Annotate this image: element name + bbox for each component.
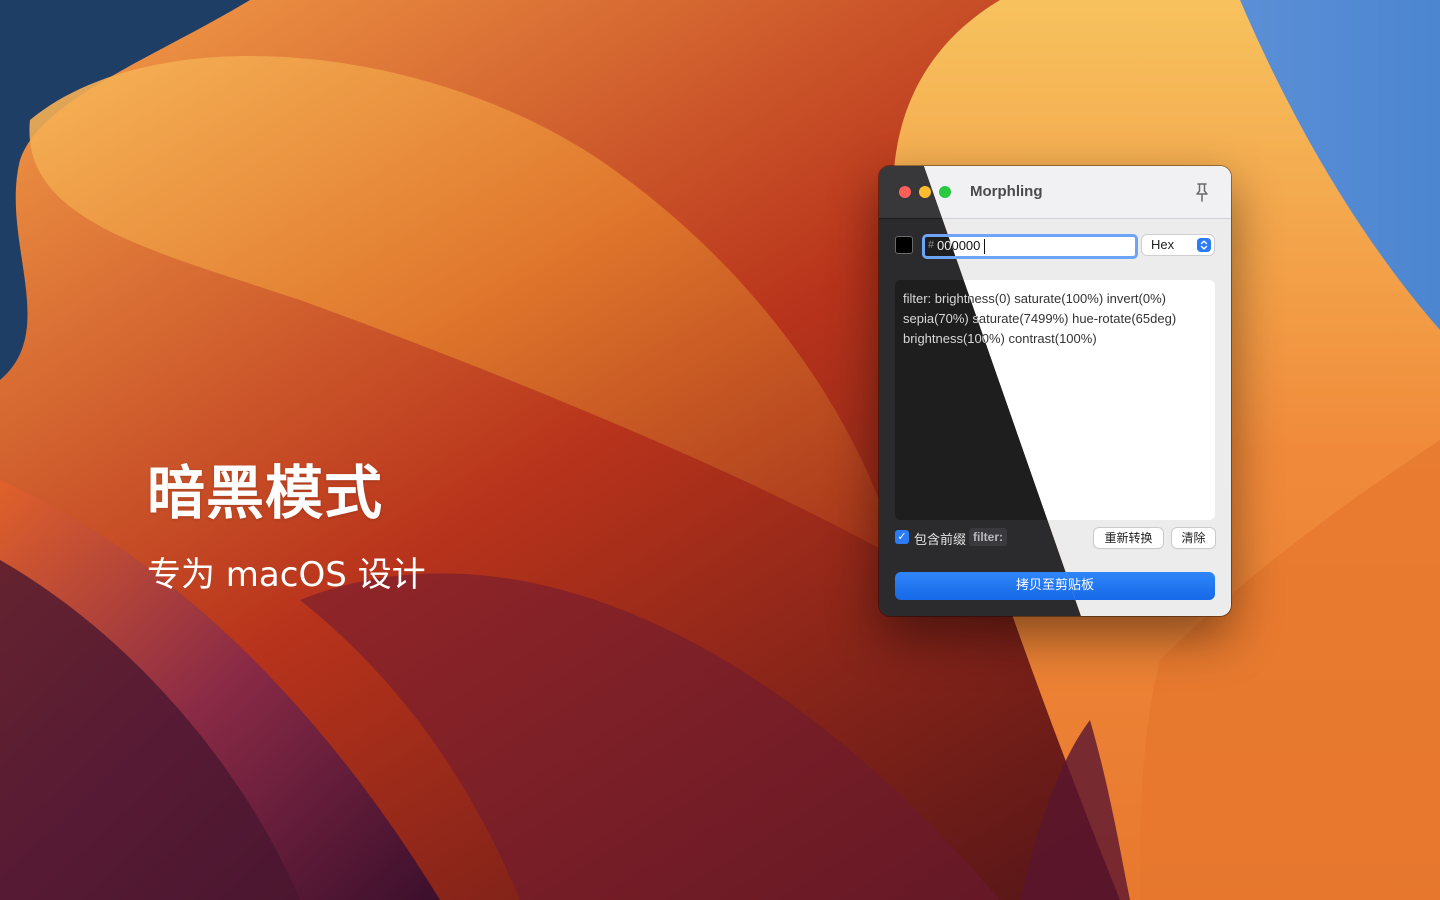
hero-title: 暗黑模式 bbox=[147, 459, 384, 527]
color-swatch[interactable] bbox=[895, 236, 913, 254]
minimize-button[interactable] bbox=[919, 186, 931, 198]
format-select[interactable]: Hex bbox=[1142, 235, 1214, 255]
pin-icon[interactable] bbox=[1193, 182, 1211, 202]
include-prefix-label: 包含前缀 bbox=[914, 533, 967, 548]
clear-button[interactable]: 清除 bbox=[1172, 528, 1215, 548]
reconvert-button[interactable]: 重新转换 bbox=[1094, 528, 1163, 548]
text-caret bbox=[984, 239, 985, 254]
prefix-code: filter: bbox=[969, 528, 1007, 546]
chevron-updown-icon bbox=[1197, 238, 1211, 252]
include-prefix-checkbox[interactable]: ✓ bbox=[895, 530, 909, 544]
close-button[interactable] bbox=[899, 186, 911, 198]
hash-prefix: # bbox=[928, 239, 935, 251]
zoom-button[interactable] bbox=[939, 186, 951, 198]
window-title: Morphling bbox=[970, 183, 1043, 200]
hero-subtitle: 专为 macOS 设计 bbox=[147, 555, 426, 595]
format-select-value: Hex bbox=[1151, 237, 1175, 252]
morphling-window: Morphling # 000000 filter: brightness(0)… bbox=[879, 166, 1231, 616]
